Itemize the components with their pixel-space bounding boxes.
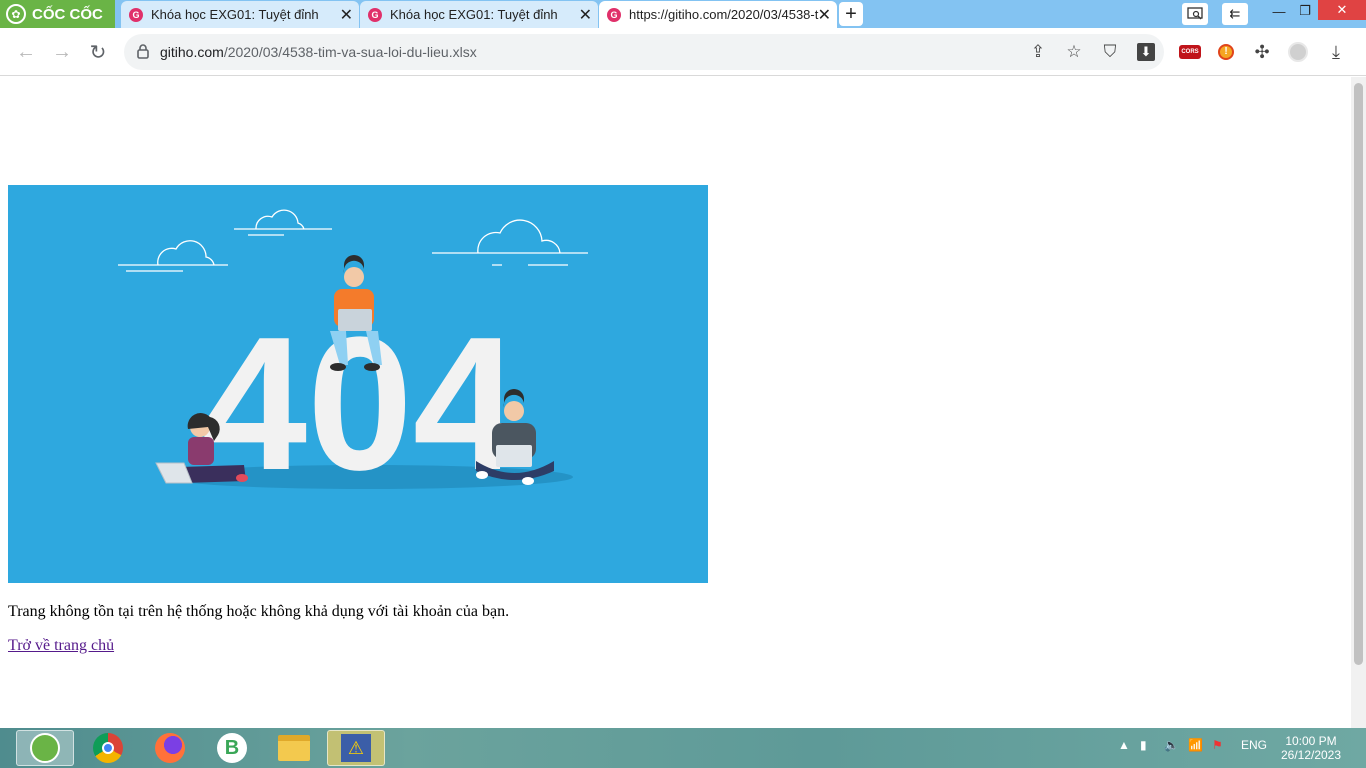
minimize-button[interactable]: — [1266, 0, 1292, 22]
folder-icon [278, 735, 310, 761]
tab-1[interactable]: G Khóa học EXG01: Tuyệt đỉnh ✕ [121, 1, 359, 28]
profile-avatar[interactable] [1288, 42, 1308, 62]
tab-3-close-icon[interactable]: ✕ [818, 5, 831, 25]
tab-3-active[interactable]: G https://gitiho.com/2020/03/4538-tim-va… [599, 1, 837, 28]
downloads-icon[interactable]: ⤓ [1326, 42, 1346, 62]
taskbar-coccoc-app[interactable] [16, 730, 74, 766]
system-clock[interactable]: 10:00 PM 26/12/2023 [1276, 734, 1346, 762]
share-icon[interactable]: ⇪ [1028, 42, 1048, 62]
tray-expand-icon[interactable]: ▲ [1118, 738, 1130, 752]
restore-button[interactable]: ❐ [1292, 0, 1318, 22]
action-center-flag-icon[interactable]: ⚑ [1212, 738, 1223, 752]
cloud-icon [118, 209, 588, 272]
screen-capture-icon[interactable] [1182, 3, 1208, 25]
coccoc-logo-icon: ✿ [6, 4, 26, 24]
download-page-icon[interactable]: ⬇ [1136, 42, 1156, 62]
language-indicator[interactable]: ENG [1241, 738, 1267, 752]
b-app-icon: B [217, 733, 247, 763]
new-tab-button[interactable]: + [839, 2, 863, 26]
lock-icon [137, 44, 149, 59]
battery-icon[interactable]: ▮ [1140, 738, 1147, 752]
chrome-icon [93, 733, 123, 763]
scrollbar-thumb[interactable] [1354, 83, 1363, 665]
firefox-icon [155, 733, 185, 763]
browser-toolbar: ← → ↻ gitiho.com/2020/03/4538-tim-va-sua… [0, 28, 1366, 76]
address-bar[interactable]: gitiho.com/2020/03/4538-tim-va-sua-loi-d… [124, 34, 1164, 70]
forward-arrow-icon[interactable]: → [50, 40, 74, 64]
gitiho-favicon-icon: G [607, 7, 621, 22]
reload-icon[interactable]: ↻ [86, 40, 110, 64]
coccoc-logo[interactable]: ✿ CỐC CỐC [0, 0, 115, 28]
tab-2-close-icon[interactable]: ✕ [579, 5, 592, 25]
taskbar-firefox-app[interactable] [141, 730, 199, 766]
gitiho-favicon-icon: G [129, 7, 143, 22]
cors-extension-icon[interactable]: CORS [1179, 42, 1201, 62]
sidebar-toggle-icon[interactable]: ⇇ [1222, 3, 1248, 25]
bookmark-star-icon[interactable]: ☆ [1064, 42, 1084, 62]
clock-date: 26/12/2023 [1280, 748, 1342, 762]
taskbar-file-explorer[interactable] [265, 730, 323, 766]
tab-1-label: Khóa học EXG01: Tuyệt đỉnh [151, 7, 319, 22]
warning-document-icon: ⚠ [341, 734, 371, 762]
volume-icon[interactable]: 🔈 [1164, 738, 1179, 752]
taskbar-warning-app[interactable]: ⚠ [327, 730, 385, 766]
taskbar-chrome-app[interactable] [79, 730, 137, 766]
windows-taskbar: B ⚠ ▲ ▮ 🔈 📶 ⚑ ENG 10:00 PM 26/12/2023 [0, 728, 1366, 768]
clock-time: 10:00 PM [1285, 734, 1337, 748]
back-to-home-link[interactable]: Trở về trang chủ [8, 637, 114, 655]
taskbar-b-app[interactable]: B [203, 730, 261, 766]
extensions-puzzle-icon[interactable]: ✣ [1252, 42, 1272, 62]
url-host: gitiho.com [160, 44, 224, 60]
gitiho-favicon-icon: G [368, 7, 382, 22]
browser-titlebar: ✿ CỐC CỐC G Khóa học EXG01: Tuyệt đỉnh ✕… [0, 0, 1366, 28]
shield-icon[interactable]: ⛉ [1100, 42, 1120, 62]
warning-extension-icon[interactable]: ! [1216, 42, 1236, 62]
vertical-scrollbar[interactable] [1351, 77, 1366, 728]
close-window-button[interactable]: ✕ [1318, 0, 1366, 20]
url-text[interactable]: gitiho.com/2020/03/4538-tim-va-sua-loi-d… [160, 44, 477, 60]
tab-3-label: https://gitiho.com/2020/03/4538-tim-va-s… [629, 7, 819, 22]
not-found-message: Trang không tồn tại trên hệ thống hoặc k… [8, 603, 510, 620]
tab-2-label: Khóa học EXG01: Tuyệt đỉnh [390, 7, 558, 22]
page-content: 404 Trang không tồn tại trên hệ thống ho… [0, 77, 1351, 728]
tab-1-close-icon[interactable]: ✕ [340, 5, 353, 25]
tab-2[interactable]: G Khóa học EXG01: Tuyệt đỉnh ✕ [360, 1, 598, 28]
back-arrow-icon[interactable]: ← [14, 40, 38, 64]
network-signal-icon[interactable]: 📶 [1188, 738, 1203, 752]
coccoc-app-icon [30, 733, 60, 763]
not-found-illustration: 404 [8, 185, 708, 583]
url-path: /2020/03/4538-tim-va-sua-loi-du-lieu.xls… [223, 44, 477, 60]
brand-name: CỐC CỐC [32, 5, 103, 23]
